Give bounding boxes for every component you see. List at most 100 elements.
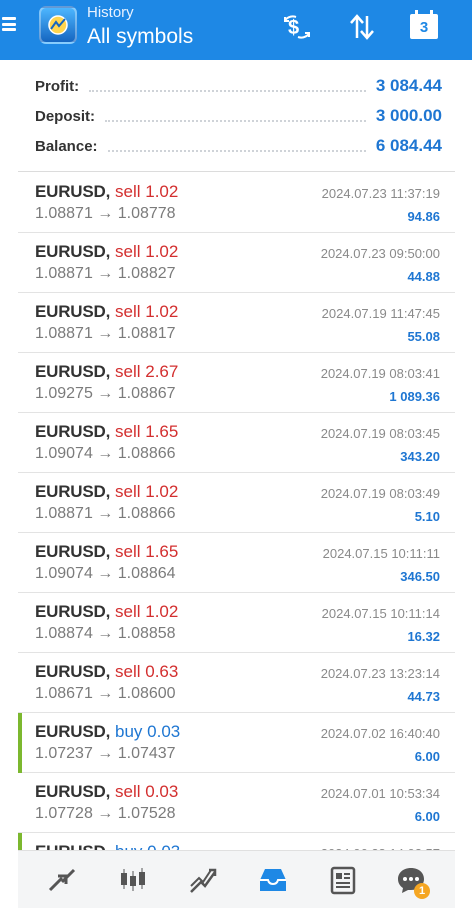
currency-filter-icon[interactable]: $	[280, 10, 314, 44]
deal-side-marker	[18, 773, 22, 833]
deal-volume: 0.03	[147, 842, 180, 850]
deal-volume: 0.03	[147, 722, 181, 741]
deal-time: 2024.07.01 10:53:34	[320, 786, 440, 801]
app-logo-icon[interactable]	[39, 6, 77, 44]
deal-side-marker	[18, 233, 22, 293]
menu-icon[interactable]	[2, 14, 16, 34]
summary-label: Deposit:	[35, 107, 95, 125]
deal-time: 2024.07.15 10:11:11	[322, 546, 440, 561]
deal-row[interactable]: EURUSD, sell 1.65 1.09074 → 1.08864 2024.07…	[18, 533, 455, 593]
summary-deposit-value: 3 000.00	[375, 106, 442, 125]
deal-side: sell	[115, 422, 141, 441]
deal-volume: 1.65	[145, 542, 179, 561]
deal-side-marker	[18, 713, 22, 773]
deal-time: 2024.07.19 08:03:45	[320, 426, 440, 441]
deal-side: sell	[115, 242, 141, 261]
deal-prices: 1.08871 → 1.08827	[35, 265, 176, 282]
deal-direction: sell 1.65	[115, 422, 178, 442]
summary-label: Balance:	[35, 137, 98, 155]
deal-side: sell	[115, 602, 141, 621]
deal-row[interactable]: EURUSD, buy 0.03 1.07237 → 1.07437 2024.07.…	[18, 713, 455, 773]
bottom-nav: 1	[18, 850, 455, 908]
chat-icon[interactable]: 1	[394, 863, 430, 899]
deal-side: sell	[115, 662, 141, 681]
deal-time: 2024.07.23 13:23:14	[320, 666, 440, 681]
deal-symbol: EURUSD,	[35, 722, 111, 741]
deal-symbol: EURUSD,	[35, 542, 111, 561]
deal-direction: buy 0.03	[115, 842, 180, 850]
deal-symbol: EURUSD,	[35, 242, 111, 261]
deal-volume: 2.67	[145, 362, 179, 381]
deal-prices: 1.09275 → 1.08867	[35, 385, 176, 402]
deal-row[interactable]: EURUSD, sell 1.65 1.09074 → 1.08866 2024.07…	[18, 413, 455, 473]
deal-row[interactable]: EURUSD,buy 0.032024.06.28 14:02:57	[18, 833, 455, 850]
news-icon[interactable]	[326, 863, 360, 897]
deal-time: 2024.07.19 08:03:49	[320, 486, 440, 501]
deal-side-marker	[18, 533, 22, 593]
deal-prices: 1.08871 → 1.08817	[35, 325, 176, 342]
deal-row[interactable]: EURUSD, sell 1.02 1.08871 → 1.08866 2024.07…	[18, 473, 455, 533]
deal-profit: 1 089.36	[389, 389, 440, 404]
deal-direction: sell 1.02	[115, 482, 178, 502]
deal-prices: 1.08671 → 1.08600	[35, 685, 176, 702]
deal-prices: 1.09074 → 1.08864	[35, 565, 176, 582]
calendar-icon[interactable]: 3	[409, 10, 439, 40]
deal-volume: 0.63	[145, 662, 179, 681]
deal-symbol: EURUSD,	[35, 842, 110, 850]
summary-balance-row: Balance: 6 084.44	[35, 133, 442, 159]
right-edge	[455, 0, 472, 908]
deal-row[interactable]: EURUSD, sell 1.02 1.08871 → 1.08817 2024.07…	[18, 293, 455, 353]
deal-direction: sell 0.03	[115, 782, 178, 802]
deal-side-marker	[18, 593, 22, 653]
deal-direction: sell 1.02	[115, 602, 178, 622]
deal-profit: 343.20	[400, 449, 440, 464]
deal-row[interactable]: EURUSD, sell 1.02 1.08871 → 1.08827 2024.07…	[18, 233, 455, 293]
deal-side-marker	[18, 833, 22, 850]
header-title[interactable]: All symbols	[87, 25, 193, 49]
summary-deposit-row: Deposit: 3 000.00	[35, 103, 442, 129]
quotes-icon[interactable]	[45, 863, 79, 897]
deal-symbol: EURUSD,	[35, 362, 111, 381]
app-header: History All symbols $ 3	[0, 0, 472, 60]
deal-row[interactable]: EURUSD, sell 1.02 1.08874 → 1.08858 2024.07…	[18, 593, 455, 653]
deal-direction: sell 1.02	[115, 242, 178, 262]
left-edge	[0, 0, 18, 908]
summary-label: Profit:	[35, 77, 80, 95]
deal-volume: 1.02	[145, 182, 179, 201]
deal-direction: buy 0.03	[115, 722, 180, 742]
deal-symbol: EURUSD,	[35, 182, 111, 201]
deal-volume: 1.02	[145, 482, 179, 501]
deal-row[interactable]: EURUSD, sell 2.67 1.09275 → 1.08867 2024.07…	[18, 353, 455, 413]
deal-volume: 1.02	[145, 602, 179, 621]
deals-list[interactable]: EURUSD, sell 1.02 1.08871 → 1.08778 2024.07…	[18, 173, 455, 850]
deal-time: 2024.07.02 16:40:40	[320, 726, 440, 741]
deal-symbol: EURUSD,	[35, 662, 111, 681]
deal-symbol: EURUSD,	[35, 422, 111, 441]
deal-volume: 1.65	[145, 422, 179, 441]
chat-badge: 1	[414, 883, 430, 899]
deal-time: 2024.07.15 10:11:14	[321, 606, 440, 621]
deal-symbol: EURUSD,	[35, 302, 111, 321]
history-icon[interactable]	[256, 863, 290, 897]
deal-side: sell	[115, 542, 141, 561]
deal-time: 2024.07.23 11:37:19	[321, 186, 440, 201]
sort-icon[interactable]	[345, 10, 379, 44]
dotted-leader	[107, 140, 366, 152]
deal-profit: 6.00	[414, 749, 440, 764]
deal-profit: 55.08	[407, 329, 440, 344]
deal-volume: 1.02	[145, 242, 179, 261]
deal-side: sell	[115, 182, 141, 201]
trade-icon[interactable]	[186, 863, 220, 897]
chart-icon[interactable]	[116, 863, 150, 897]
deal-row[interactable]: EURUSD, sell 1.02 1.08871 → 1.08778 2024.07…	[18, 173, 455, 233]
deal-direction: sell 1.02	[115, 182, 178, 202]
deal-profit: 44.88	[407, 269, 440, 284]
deal-row[interactable]: EURUSD, sell 0.63 1.08671 → 1.08600 2024.07…	[18, 653, 455, 713]
svg-text:$: $	[288, 17, 299, 39]
deal-direction: sell 1.02	[115, 302, 178, 322]
deal-side-marker	[18, 653, 22, 713]
deal-row[interactable]: EURUSD, sell 0.03 1.07728 → 1.07528 2024.07…	[18, 773, 455, 833]
deal-direction: sell 1.65	[115, 542, 178, 562]
deal-direction: sell 2.67	[115, 362, 178, 382]
dotted-leader	[105, 110, 366, 122]
